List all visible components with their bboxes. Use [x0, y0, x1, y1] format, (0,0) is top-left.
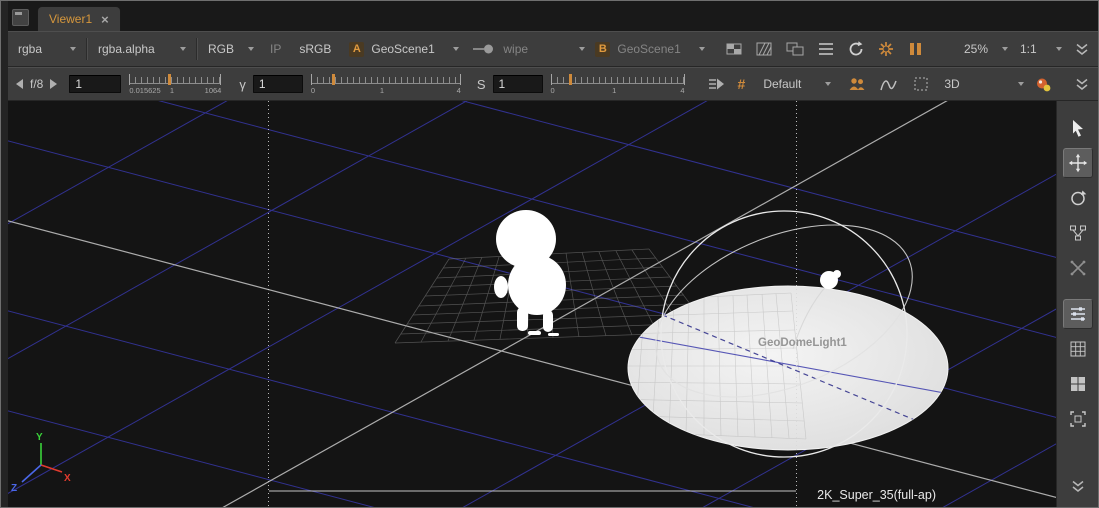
light-blob[interactable]	[833, 270, 841, 278]
slider-marker[interactable]	[168, 74, 171, 85]
tab-title: Viewer1	[49, 12, 92, 26]
rows-icon[interactable]	[817, 40, 835, 58]
input-b-select[interactable]: B GeoScene1	[595, 40, 707, 58]
rotate-tool[interactable]	[1063, 183, 1093, 213]
chevron-down-icon	[70, 47, 76, 51]
saturation-label: S	[477, 77, 486, 92]
viewer-side-toolbar	[1056, 101, 1098, 507]
tick-label: 1	[170, 86, 174, 95]
slider-marker[interactable]	[332, 74, 335, 85]
gain-slider[interactable]: 0.015625 1 1064	[129, 71, 221, 97]
tick-label: 0	[311, 86, 315, 95]
slider-marker[interactable]	[569, 74, 572, 85]
separator	[196, 38, 198, 60]
gear-icon[interactable]	[877, 40, 895, 58]
viewport-canvas: GeoDomeLight1 Y X Z 2K_Super_3	[8, 101, 1056, 507]
wipe-mode-select[interactable]: wipe	[501, 40, 587, 58]
refresh-icon[interactable]	[847, 40, 865, 58]
prev-arrow-icon[interactable]	[16, 79, 23, 89]
proxy-ratio-select[interactable]: 1:1	[1018, 40, 1064, 58]
tick-label: 1064	[205, 86, 222, 95]
slider-track	[129, 77, 221, 84]
gamma-slider[interactable]: 0 1 4	[311, 71, 461, 97]
next-arrow-icon[interactable]	[50, 79, 57, 89]
tick-label: 0.015625	[129, 86, 160, 95]
3d-viewport[interactable]: GeoDomeLight1 Y X Z 2K_Super_3	[8, 101, 1056, 507]
select-tool[interactable]	[1063, 113, 1093, 143]
wipe-toggle-icon[interactable]	[471, 42, 495, 56]
axis-y-label: Y	[36, 432, 43, 443]
axis-tool[interactable]	[1063, 253, 1093, 283]
tick-label: 0	[551, 86, 555, 95]
chevron-down-icon	[1018, 82, 1024, 86]
viewer-toolbar-controls: f/8 0.015625 1 1064 γ 0 1 4 S 0 1 4	[8, 67, 1098, 101]
curve-icon[interactable]	[879, 75, 898, 93]
zoom-select[interactable]: 25%	[962, 40, 1010, 58]
alpha-channel-select[interactable]: rgba.alpha	[96, 40, 188, 58]
separator	[86, 38, 88, 60]
collapse-chevrons-icon[interactable]	[1074, 76, 1090, 92]
pane-menu-icon[interactable]	[12, 9, 29, 26]
scene-graph-tool[interactable]	[1063, 218, 1093, 248]
gain-input[interactable]	[69, 75, 121, 93]
layer-select[interactable]: rgba	[16, 40, 78, 58]
viewer-colorspace-button[interactable]: sRGB	[299, 42, 331, 56]
b-badge: B	[595, 42, 610, 57]
tick-label: 1	[380, 86, 384, 95]
tick-label: 1	[612, 86, 616, 95]
axis-x-label: X	[64, 473, 71, 484]
viewer-toolbar-top: rgba rgba.alpha RGB IP sRGB A GeoScene1 …	[8, 31, 1098, 67]
gamma-label: γ	[239, 77, 246, 92]
tick-label: 4	[680, 86, 684, 95]
chevron-down-icon	[699, 47, 705, 51]
saturation-slider[interactable]: 0 1 4	[551, 71, 685, 97]
chevron-down-icon	[1056, 47, 1062, 51]
color-swatch-icon[interactable]	[1034, 75, 1052, 93]
saturation-input[interactable]	[493, 75, 543, 93]
a-badge: A	[349, 42, 364, 57]
gamma-input[interactable]	[253, 75, 303, 93]
translate-tool[interactable]	[1063, 148, 1093, 178]
axis-z-label: Z	[11, 483, 17, 494]
collapse-chevrons-icon[interactable]	[1074, 41, 1090, 57]
tab-bar: Viewer1 ×	[8, 1, 1098, 31]
input-a-select[interactable]: A GeoScene1	[349, 40, 461, 58]
pause-icon[interactable]	[907, 40, 923, 58]
tab-viewer1[interactable]: Viewer1 ×	[37, 6, 121, 31]
people-icon[interactable]	[847, 75, 867, 93]
stripes-icon[interactable]	[755, 40, 773, 58]
view-mode-select[interactable]: 3D	[942, 75, 1026, 93]
format-label: 2K_Super_35(full-ap)	[817, 488, 936, 502]
fstop-label[interactable]: f/8	[30, 77, 43, 91]
close-icon[interactable]: ×	[101, 12, 109, 27]
chevron-down-icon	[453, 47, 459, 51]
viewer-process-select[interactable]: Default	[761, 75, 833, 93]
dome-light-label: GeoDomeLight1	[758, 337, 847, 349]
sliders-tool[interactable]	[1063, 299, 1093, 329]
checkerboard-icon[interactable]	[725, 40, 743, 58]
chevron-down-icon	[825, 82, 831, 86]
input-process-button[interactable]: IP	[270, 42, 281, 56]
viewer-window: Viewer1 × rgba rgba.alpha RGB IP sRGB A …	[0, 0, 1099, 508]
monitors-icon[interactable]	[785, 40, 805, 58]
chevron-down-icon	[248, 47, 254, 51]
chevron-down-icon	[1002, 47, 1008, 51]
chevron-down-icon	[180, 47, 186, 51]
snap-grid-icon[interactable]: #	[738, 76, 746, 92]
roi-icon[interactable]	[912, 75, 930, 93]
tick-label: 4	[457, 86, 461, 95]
display-channel-select[interactable]: RGB	[206, 40, 256, 58]
quad-view-tool[interactable]	[1063, 369, 1093, 399]
proxy-icon[interactable]	[707, 75, 726, 93]
grid-tool[interactable]	[1063, 334, 1093, 364]
frame-tool[interactable]	[1063, 404, 1093, 434]
chevron-down-icon	[579, 47, 585, 51]
collapse-chevrons-icon[interactable]	[1063, 471, 1093, 501]
